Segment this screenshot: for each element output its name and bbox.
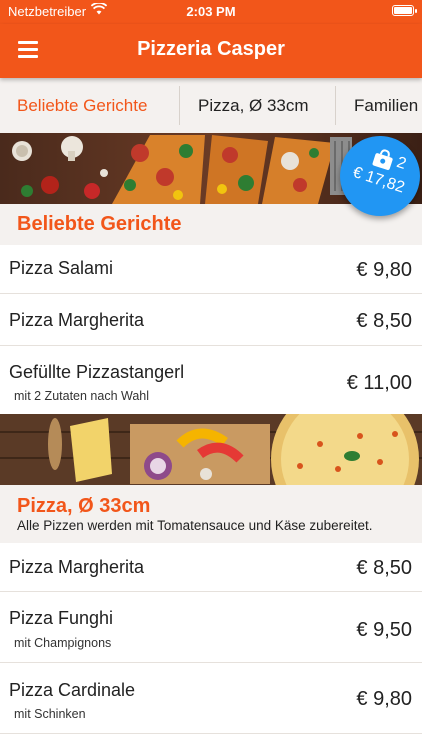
menu-item[interactable]: Pizza Margherita € 8,50 (0, 543, 422, 592)
menu-item[interactable]: Pizza Cardinale mit Schinken € 9,80 (0, 663, 422, 734)
menu-item-name: Pizza Cardinale (9, 680, 136, 700)
menu-item-name: Pizza Margherita (9, 310, 145, 330)
category-tabs: Beliebte Gerichte Pizza, Ø 33cm Familien (0, 78, 422, 133)
menu-item-price: € 9,50 (356, 619, 412, 641)
menu-item-name: Pizza Funghi (9, 608, 114, 628)
tab-divider (179, 86, 180, 125)
app-bar: Pizzeria Casper (0, 24, 422, 78)
section-title: Beliebte Gerichte (17, 213, 182, 235)
section-title: Pizza, Ø 33cm (17, 495, 151, 517)
menu-item-name: Pizza Margherita (9, 557, 145, 577)
menu-item-price: € 9,80 (356, 259, 412, 281)
clock: 2:03 PM (186, 4, 236, 19)
menu-item-description: mit 2 Zutaten nach Wahl (14, 389, 150, 403)
menu-item-price: € 8,50 (356, 310, 412, 332)
menu-item-name: Gefüllte Pizzastangerl (9, 362, 185, 382)
menu-item[interactable]: Pizza Funghi mit Champignons € 9,50 (0, 592, 422, 663)
app-title: Pizzeria Casper (137, 38, 285, 60)
menu-item-description: mit Schinken (14, 707, 86, 721)
battery-icon (392, 5, 417, 16)
tab-divider (335, 86, 336, 125)
tab-familien[interactable]: Familien (354, 78, 418, 133)
status-bar: Netzbetreiber 2:03 PM (0, 0, 422, 24)
section-header-pizza: Pizza, Ø 33cm Alle Pizzen werden mit Tom… (0, 485, 422, 543)
tab-pizza[interactable]: Pizza, Ø 33cm (198, 78, 309, 133)
menu-item-price: € 9,80 (356, 688, 412, 710)
cart-count: 2 (394, 154, 409, 173)
menu-item-price: € 8,50 (356, 557, 412, 579)
menu-item-name: Pizza Salami (9, 258, 114, 278)
menu-item-description: mit Champignons (14, 636, 112, 650)
menu-item[interactable]: Pizza Margherita € 8,50 (0, 294, 422, 346)
menu-item[interactable]: Gefüllte Pizzastangerl mit 2 Zutaten nac… (0, 346, 422, 414)
menu-item[interactable]: Pizza Salami € 9,80 (0, 245, 422, 294)
cart-button[interactable]: 2 € 17,82 (340, 136, 420, 216)
section-description: Alle Pizzen werden mit Tomatensauce und … (17, 518, 373, 533)
menu-item-price: € 11,00 (346, 372, 412, 394)
tab-beliebte-gerichte[interactable]: Beliebte Gerichte (17, 78, 147, 133)
banner-pizza (0, 414, 422, 485)
